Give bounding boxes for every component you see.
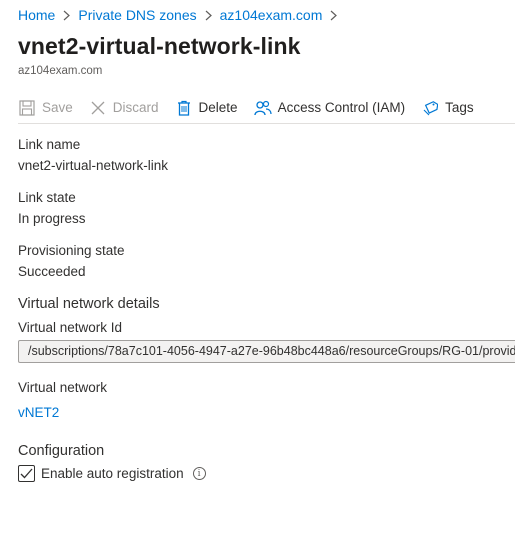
page-subtitle: az104exam.com bbox=[18, 65, 103, 77]
tags-label: Tags bbox=[445, 100, 474, 115]
access-control-button[interactable]: Access Control (IAM) bbox=[253, 99, 406, 117]
discard-label: Discard bbox=[112, 100, 159, 115]
virtual-network-id-value: /subscriptions/78a7c101-4056-4947-a27e-9… bbox=[28, 344, 515, 358]
users-icon bbox=[253, 99, 272, 117]
breadcrumb-private-dns-zones[interactable]: Private DNS zones bbox=[78, 7, 196, 23]
delete-button[interactable]: Delete bbox=[175, 99, 238, 117]
discard-button[interactable]: Discard bbox=[89, 99, 159, 117]
link-name-label: Link name bbox=[18, 137, 81, 152]
info-icon[interactable]: i bbox=[192, 467, 206, 480]
chevron-right-icon bbox=[63, 10, 71, 21]
virtual-network-id-field[interactable]: /subscriptions/78a7c101-4056-4947-a27e-9… bbox=[18, 340, 515, 363]
command-bar: Save Discard Delete Access Control (IAM)… bbox=[18, 92, 515, 124]
auto-registration-row: Enable auto registration i bbox=[18, 465, 206, 482]
save-icon bbox=[18, 99, 36, 117]
page-title: vnet2-virtual-network-link bbox=[18, 33, 301, 59]
link-state-label: Link state bbox=[18, 190, 76, 205]
checkmark-icon bbox=[20, 468, 33, 479]
virtual-network-label: Virtual network bbox=[18, 380, 108, 395]
auto-registration-label: Enable auto registration bbox=[41, 466, 184, 481]
provisioning-state-value: Succeeded bbox=[18, 264, 86, 279]
delete-label: Delete bbox=[198, 100, 238, 115]
chevron-right-icon bbox=[330, 10, 338, 21]
link-state-value: In progress bbox=[18, 211, 86, 226]
auto-registration-checkbox[interactable] bbox=[18, 465, 35, 482]
configuration-heading: Configuration bbox=[18, 443, 105, 459]
virtual-network-id-label: Virtual network Id bbox=[18, 320, 123, 335]
tags-button[interactable]: Tags bbox=[421, 99, 474, 117]
provisioning-state-label: Provisioning state bbox=[18, 243, 125, 258]
breadcrumb-home[interactable]: Home bbox=[18, 7, 55, 23]
virtual-network-link[interactable]: vNET2 bbox=[18, 405, 59, 420]
access-control-label: Access Control (IAM) bbox=[277, 100, 406, 115]
trash-icon bbox=[175, 99, 193, 117]
close-icon bbox=[89, 99, 107, 117]
chevron-right-icon bbox=[205, 10, 212, 21]
link-name-value: vnet2-virtual-network-link bbox=[18, 158, 169, 173]
save-button[interactable]: Save bbox=[18, 99, 73, 117]
tag-icon bbox=[421, 99, 439, 117]
save-label: Save bbox=[42, 100, 73, 115]
virtual-network-details-heading: Virtual network details bbox=[18, 296, 160, 312]
breadcrumb-zone[interactable]: az104exam.com bbox=[220, 7, 323, 23]
breadcrumb: Home Private DNS zones az104exam.com bbox=[18, 7, 345, 23]
